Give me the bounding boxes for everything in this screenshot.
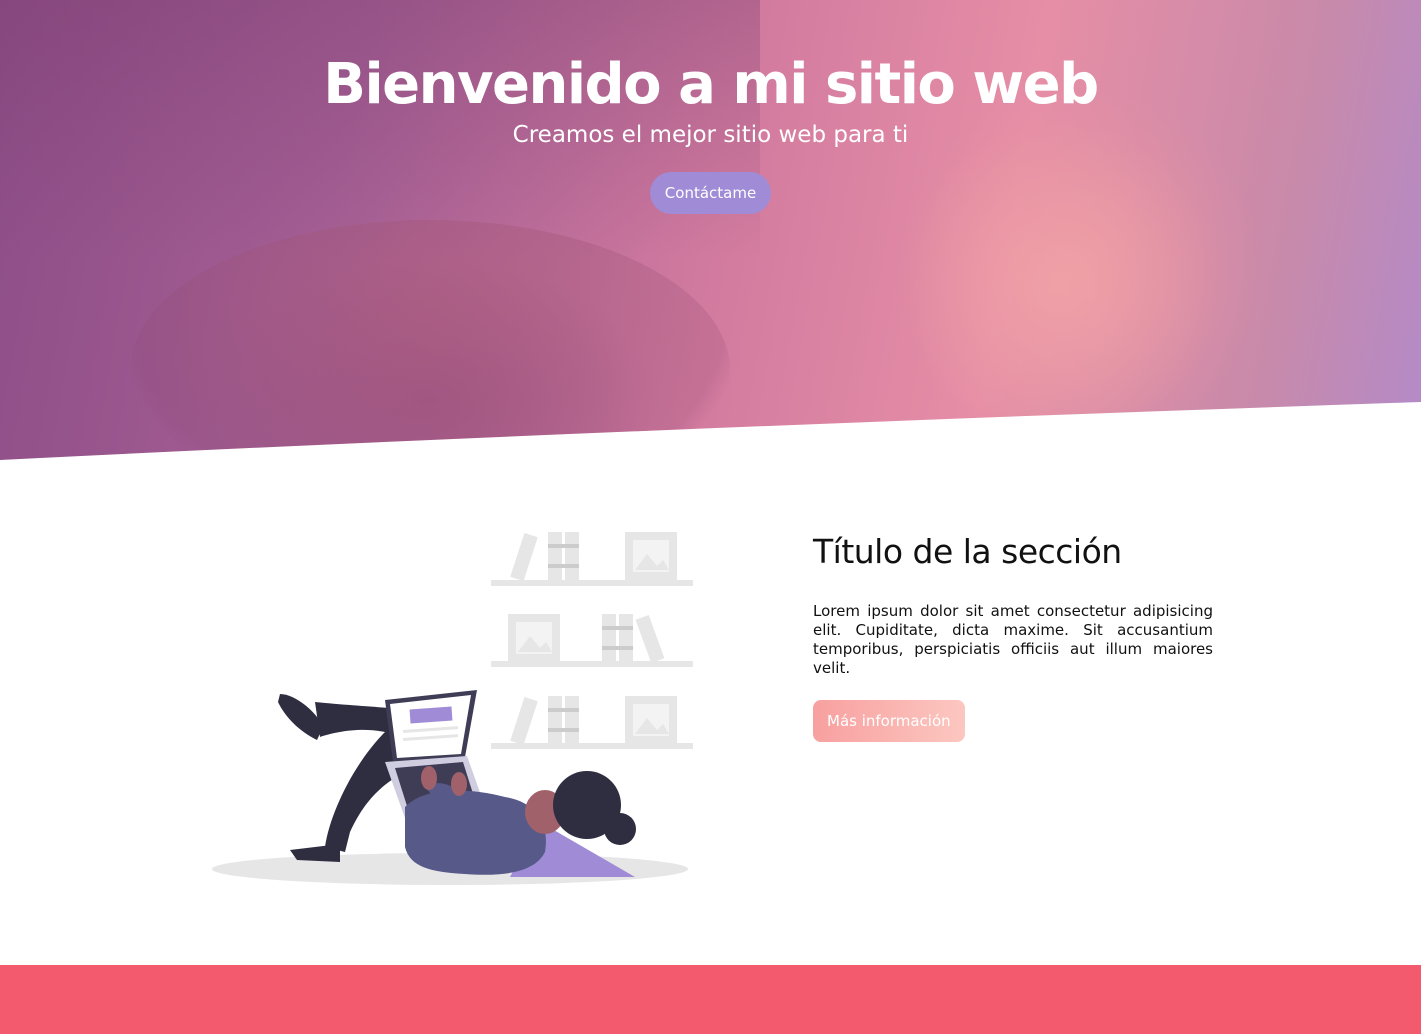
hero-subtitle: Creamos el mejor sitio web para ti [512,122,909,148]
about-section: Título de la sección Lorem ipsum dolor s… [0,462,1421,965]
footer-band [0,965,1421,1034]
hero: Bienvenido a mi sitio web Creamos el mej… [0,0,1421,462]
hero-content: Bienvenido a mi sitio web Creamos el mej… [0,52,1421,214]
contact-button[interactable]: Contáctame [649,172,772,214]
section-text: Título de la sección Lorem ipsum dolor s… [813,532,1213,742]
reading-person-illustration [212,532,693,885]
hero-title: Bienvenido a mi sitio web [323,52,1099,117]
more-info-button[interactable]: Más información [813,700,965,742]
section-title: Título de la sección [813,532,1122,571]
section-body: Lorem ipsum dolor sit amet consectetur a… [813,602,1213,677]
